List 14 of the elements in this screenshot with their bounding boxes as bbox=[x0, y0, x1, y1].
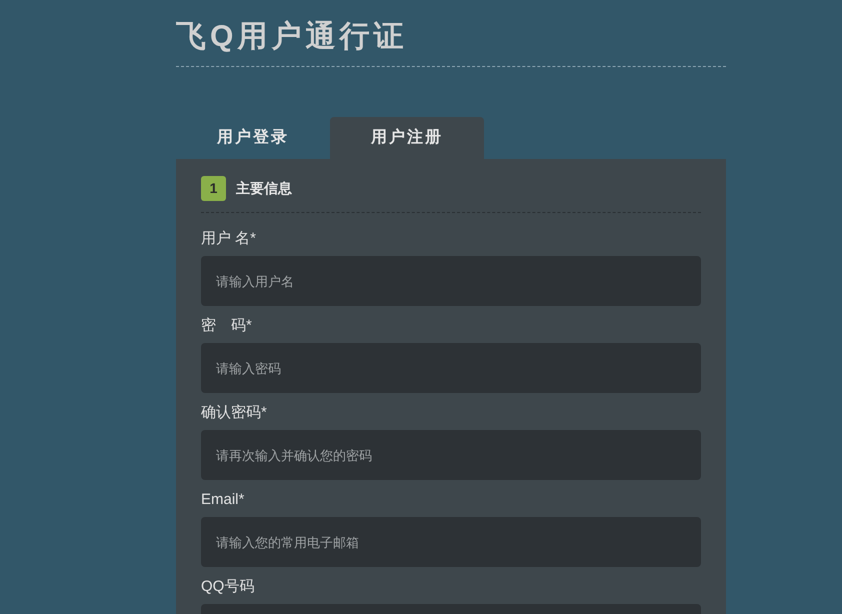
page-title: 飞Q用户通行证 bbox=[176, 19, 408, 55]
field-label: QQ号码 bbox=[201, 577, 256, 597]
field-label: 密 码* bbox=[201, 316, 253, 336]
input-field[interactable]: 请输入用户名 bbox=[201, 256, 701, 306]
section-title: 主要信息 bbox=[236, 179, 292, 198]
tab[interactable]: 用户登录 bbox=[176, 117, 330, 159]
field-label: 确认密码* bbox=[201, 403, 268, 423]
tab[interactable]: 用户注册 bbox=[330, 117, 484, 159]
input-field[interactable]: 请输入密码 bbox=[201, 343, 701, 393]
input-field[interactable]: 请输入您的常用电子邮箱 bbox=[201, 517, 701, 567]
field-label: 用户 名* bbox=[201, 229, 258, 249]
input-field[interactable]: 请再次输入并确认您的密码 bbox=[201, 430, 701, 480]
field-label: Email* bbox=[201, 490, 246, 510]
step-number: 1 bbox=[201, 176, 226, 201]
